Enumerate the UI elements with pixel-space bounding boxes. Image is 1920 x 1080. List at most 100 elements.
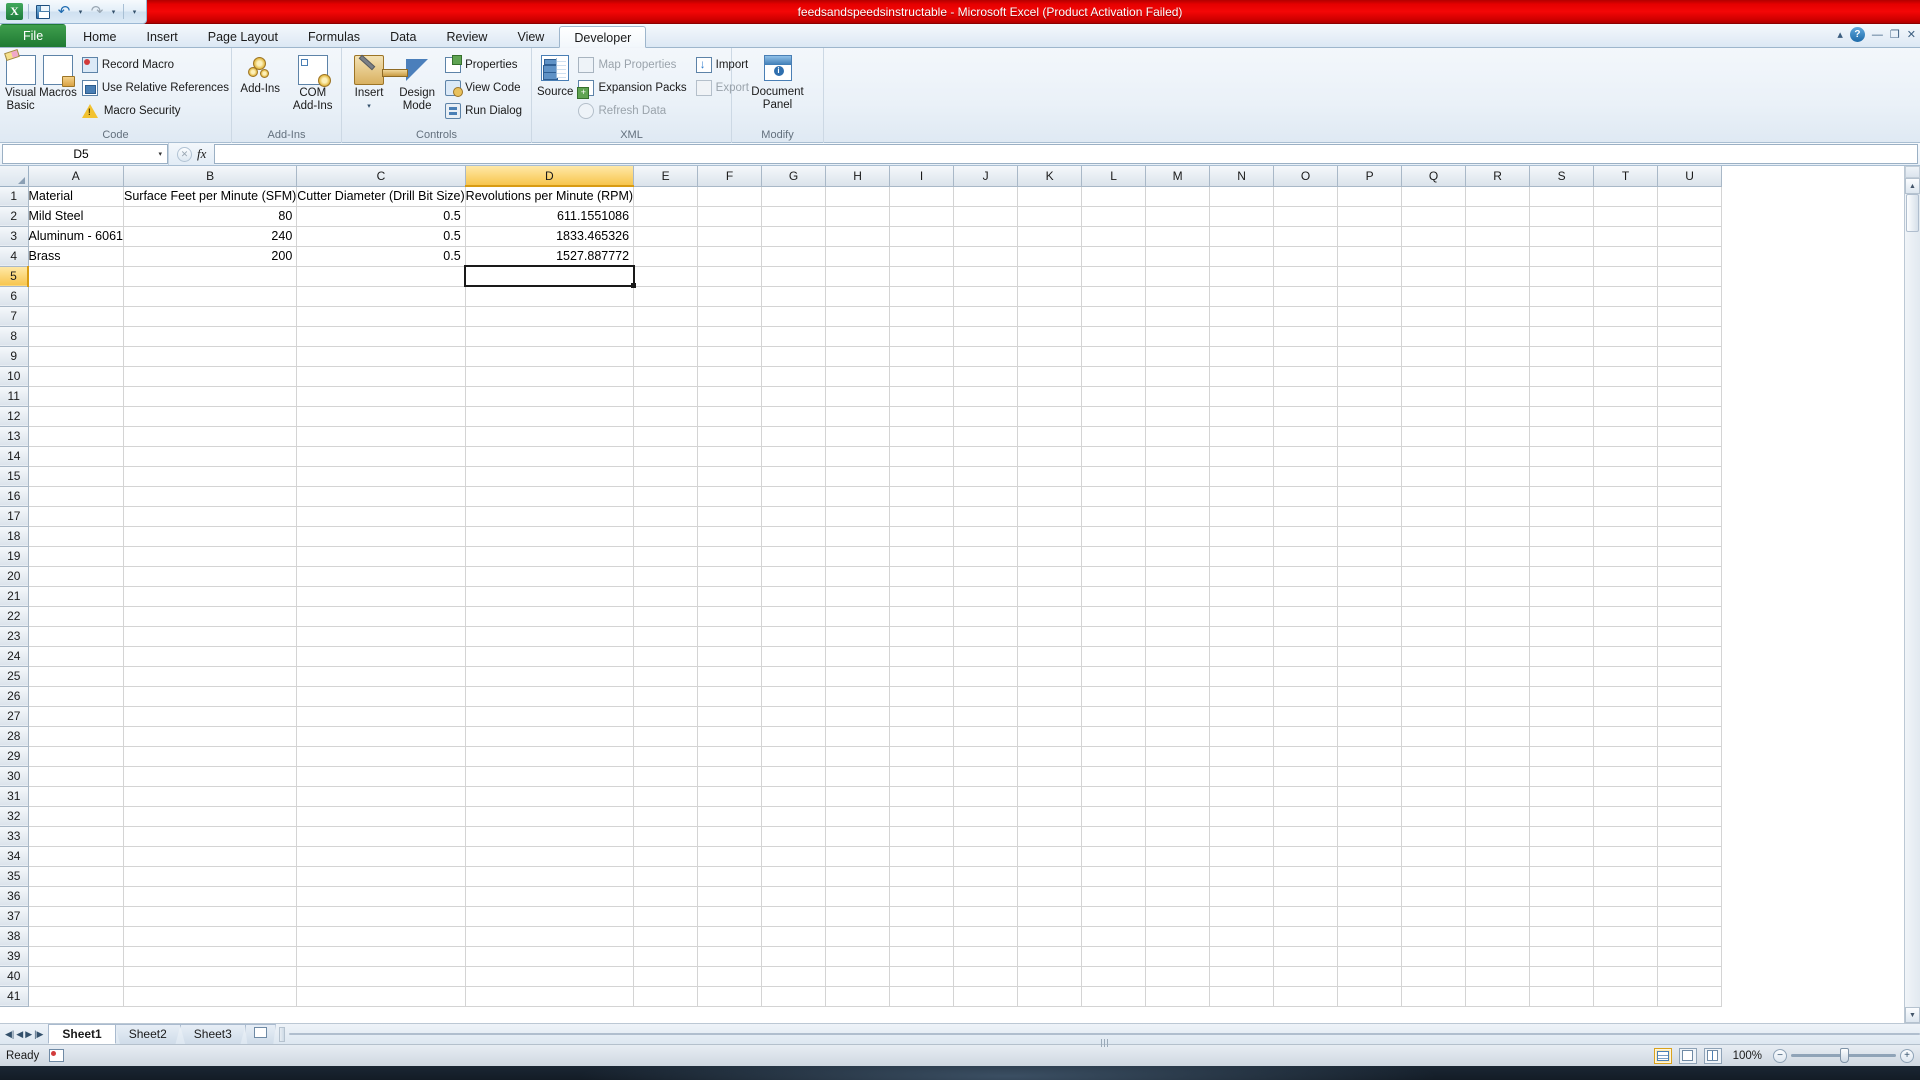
cell-I36[interactable] — [889, 886, 955, 907]
cell-F18[interactable] — [697, 526, 763, 547]
cell-H15[interactable] — [825, 466, 891, 487]
cell-C6[interactable] — [296, 286, 466, 307]
cell-U38[interactable] — [1657, 926, 1723, 947]
cell-U14[interactable] — [1657, 446, 1723, 467]
cell-S1[interactable] — [1529, 186, 1595, 207]
insert-function-icon[interactable]: fx — [197, 146, 206, 162]
cell-T18[interactable] — [1593, 526, 1659, 547]
cell-J38[interactable] — [953, 926, 1019, 947]
cell-I6[interactable] — [889, 286, 955, 307]
cell-U20[interactable] — [1657, 566, 1723, 587]
cell-B25[interactable] — [123, 666, 298, 687]
cell-J33[interactable] — [953, 826, 1019, 847]
cell-C2[interactable]: 0.5 — [296, 206, 466, 227]
cell-Q18[interactable] — [1401, 526, 1467, 547]
cell-T16[interactable] — [1593, 486, 1659, 507]
cell-A16[interactable] — [28, 486, 124, 507]
column-header-A[interactable]: A — [28, 166, 124, 187]
cell-H25[interactable] — [825, 666, 891, 687]
cell-F20[interactable] — [697, 566, 763, 587]
cell-D19[interactable] — [465, 546, 635, 567]
cell-E32[interactable] — [633, 806, 699, 827]
last-sheet-button[interactable]: |▶ — [34, 1029, 43, 1040]
cell-U17[interactable] — [1657, 506, 1723, 527]
cell-A20[interactable] — [28, 566, 124, 587]
cell-R27[interactable] — [1465, 706, 1531, 727]
table-row[interactable]: 34 — [0, 846, 1723, 867]
scroll-up-button[interactable]: ▲ — [1905, 178, 1920, 194]
cell-Q23[interactable] — [1401, 626, 1467, 647]
cell-M36[interactable] — [1145, 886, 1211, 907]
cell-F7[interactable] — [697, 306, 763, 327]
cell-E11[interactable] — [633, 386, 699, 407]
cell-D11[interactable] — [465, 386, 635, 407]
cell-L39[interactable] — [1081, 946, 1147, 967]
cell-U33[interactable] — [1657, 826, 1723, 847]
cell-O7[interactable] — [1273, 306, 1339, 327]
cell-O21[interactable] — [1273, 586, 1339, 607]
cell-L34[interactable] — [1081, 846, 1147, 867]
cell-O29[interactable] — [1273, 746, 1339, 767]
cell-S35[interactable] — [1529, 866, 1595, 887]
cell-B40[interactable] — [123, 966, 298, 987]
cell-L9[interactable] — [1081, 346, 1147, 367]
cell-K30[interactable] — [1017, 766, 1083, 787]
cell-M16[interactable] — [1145, 486, 1211, 507]
cell-U35[interactable] — [1657, 866, 1723, 887]
cell-D16[interactable] — [465, 486, 635, 507]
zoom-level-label[interactable]: 100% — [1733, 1050, 1762, 1062]
cell-L30[interactable] — [1081, 766, 1147, 787]
cell-H18[interactable] — [825, 526, 891, 547]
record-macro-status-icon[interactable] — [49, 1049, 65, 1062]
window-close-button[interactable]: ✕ — [1907, 28, 1916, 41]
row-header-20[interactable]: 20 — [0, 566, 29, 587]
cell-S37[interactable] — [1529, 906, 1595, 927]
cell-P25[interactable] — [1337, 666, 1403, 687]
add-ins-button[interactable]: Add-Ins — [237, 52, 284, 96]
cell-H5[interactable] — [825, 266, 891, 287]
cell-H9[interactable] — [825, 346, 891, 367]
cell-I29[interactable] — [889, 746, 955, 767]
cell-P31[interactable] — [1337, 786, 1403, 807]
cell-L7[interactable] — [1081, 306, 1147, 327]
column-header-T[interactable]: T — [1593, 166, 1659, 187]
cell-A26[interactable] — [28, 686, 124, 707]
cell-L33[interactable] — [1081, 826, 1147, 847]
cell-H11[interactable] — [825, 386, 891, 407]
customize-qat-button[interactable]: ▾ — [129, 3, 140, 21]
cell-A24[interactable] — [28, 646, 124, 667]
row-header-17[interactable]: 17 — [0, 506, 29, 527]
cell-J40[interactable] — [953, 966, 1019, 987]
cell-H14[interactable] — [825, 446, 891, 467]
cell-F21[interactable] — [697, 586, 763, 607]
cell-P24[interactable] — [1337, 646, 1403, 667]
cell-N27[interactable] — [1209, 706, 1275, 727]
cell-D37[interactable] — [465, 906, 635, 927]
cell-S27[interactable] — [1529, 706, 1595, 727]
cell-G36[interactable] — [761, 886, 827, 907]
cell-I32[interactable] — [889, 806, 955, 827]
cell-U12[interactable] — [1657, 406, 1723, 427]
cell-P13[interactable] — [1337, 426, 1403, 447]
cell-K39[interactable] — [1017, 946, 1083, 967]
cell-I24[interactable] — [889, 646, 955, 667]
cell-N23[interactable] — [1209, 626, 1275, 647]
cell-D18[interactable] — [465, 526, 635, 547]
cell-O16[interactable] — [1273, 486, 1339, 507]
cell-E14[interactable] — [633, 446, 699, 467]
cell-H40[interactable] — [825, 966, 891, 987]
cell-J29[interactable] — [953, 746, 1019, 767]
cell-S15[interactable] — [1529, 466, 1595, 487]
redo-button[interactable]: ↷ — [88, 3, 106, 21]
cell-T27[interactable] — [1593, 706, 1659, 727]
cell-J30[interactable] — [953, 766, 1019, 787]
cell-M32[interactable] — [1145, 806, 1211, 827]
cell-U6[interactable] — [1657, 286, 1723, 307]
cell-D7[interactable] — [465, 306, 635, 327]
cell-A30[interactable] — [28, 766, 124, 787]
cell-N3[interactable] — [1209, 226, 1275, 247]
cell-M22[interactable] — [1145, 606, 1211, 627]
cell-D22[interactable] — [465, 606, 635, 627]
column-header-K[interactable]: K — [1017, 166, 1083, 187]
cell-N16[interactable] — [1209, 486, 1275, 507]
